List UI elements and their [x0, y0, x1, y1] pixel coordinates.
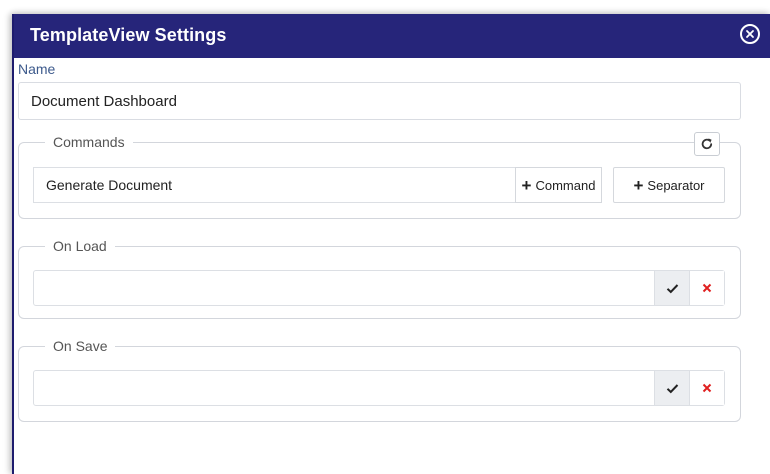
close-icon	[746, 30, 754, 38]
dialog-title: TemplateView Settings	[30, 25, 227, 45]
plus-icon: +	[521, 175, 532, 195]
plus-icon: +	[633, 175, 644, 195]
check-icon	[666, 283, 678, 293]
command-list: Generate Document + Command	[33, 167, 602, 203]
name-label: Name	[18, 61, 56, 77]
on-load-input	[33, 270, 725, 307]
add-separator-label: Separator	[647, 177, 705, 193]
on-save-clear-button[interactable]	[689, 371, 724, 405]
on-load-clear-button[interactable]	[689, 271, 724, 305]
on-save-legend: On Save	[53, 338, 108, 354]
on-save-confirm-button[interactable]	[654, 371, 689, 405]
on-save-field[interactable]	[34, 371, 658, 407]
x-icon	[702, 383, 712, 393]
refresh-commands-button[interactable]	[694, 132, 720, 156]
close-button[interactable]	[740, 24, 760, 44]
x-icon	[702, 283, 712, 293]
commands-legend: Commands	[53, 134, 125, 150]
name-input[interactable]	[18, 82, 741, 120]
dialog-header: TemplateView Settings	[14, 14, 770, 58]
refresh-icon	[701, 138, 713, 150]
add-command-button[interactable]: + Command	[515, 167, 602, 203]
add-command-label: Command	[535, 177, 596, 193]
on-load-confirm-button[interactable]	[654, 271, 689, 305]
on-load-legend: On Load	[53, 238, 107, 254]
on-save-input	[33, 370, 725, 407]
on-load-field[interactable]	[34, 271, 658, 307]
add-separator-button[interactable]: + Separator	[613, 167, 725, 203]
check-icon	[666, 383, 678, 393]
command-item[interactable]: Generate Document	[46, 177, 172, 193]
